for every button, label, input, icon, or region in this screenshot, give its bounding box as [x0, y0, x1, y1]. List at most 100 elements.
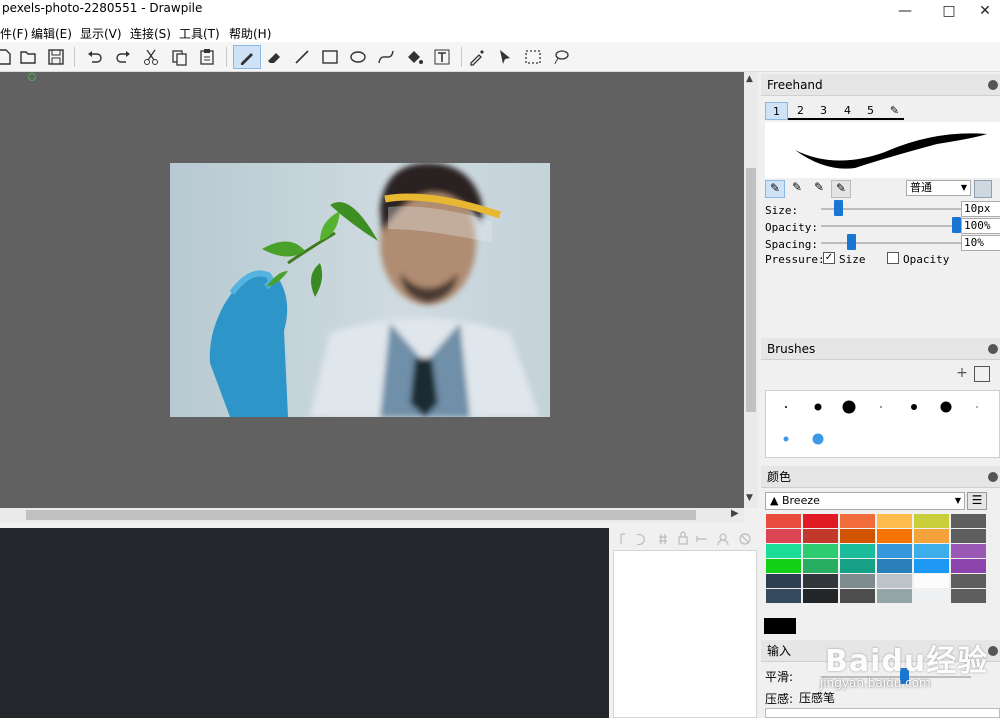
- color-swatch[interactable]: [914, 559, 949, 573]
- open-folder-button[interactable]: [16, 45, 40, 69]
- spacing-slider-track[interactable]: [821, 242, 961, 244]
- color-swatch[interactable]: [803, 589, 838, 603]
- current-color-swatch[interactable]: [764, 618, 796, 634]
- soft-brush-button[interactable]: ✎: [787, 180, 807, 198]
- blend-mode-select[interactable]: 普通 ▼: [906, 180, 971, 196]
- menu-tools[interactable]: 工具(T): [179, 25, 220, 42]
- color-swatch[interactable]: [951, 544, 986, 558]
- opacity-spinbox[interactable]: 100%: [961, 218, 1000, 234]
- spacing-spinbox[interactable]: 10%: [961, 235, 1000, 251]
- close-button[interactable]: ✕: [970, 0, 1000, 22]
- color-swatch[interactable]: [766, 589, 801, 603]
- ellipse-tool-button[interactable]: [346, 45, 370, 69]
- size-slider-handle[interactable]: [834, 200, 844, 216]
- canvas-horizontal-scroll-thumb[interactable]: [26, 510, 696, 520]
- menu-edit[interactable]: 编辑(E): [31, 25, 72, 42]
- color-swatch[interactable]: [877, 514, 912, 528]
- color-swatch[interactable]: [766, 559, 801, 573]
- new-document-button[interactable]: [0, 45, 16, 69]
- dock-close-icon[interactable]: [988, 646, 998, 656]
- save-brush-icon[interactable]: [974, 366, 990, 382]
- pressure-opacity-checkbox[interactable]: [887, 252, 899, 264]
- color-swatch[interactable]: [803, 529, 838, 543]
- color-swatch[interactable]: [951, 589, 986, 603]
- color-picker-tool-button[interactable]: [465, 45, 489, 69]
- dock-close-icon[interactable]: [988, 344, 998, 354]
- rectangle-select-tool-button[interactable]: [521, 45, 545, 69]
- color-swatch[interactable]: [803, 574, 838, 588]
- color-swatch[interactable]: [840, 559, 875, 573]
- dock-close-icon[interactable]: [988, 80, 998, 90]
- save-button[interactable]: [44, 45, 68, 69]
- color-swatch[interactable]: [877, 589, 912, 603]
- brush-slot-tab-1[interactable]: 1: [765, 102, 788, 120]
- color-swatch[interactable]: [877, 559, 912, 573]
- canvas-vertical-scroll-thumb[interactable]: [746, 168, 756, 412]
- opacity-slider-track[interactable]: [821, 225, 961, 227]
- color-swatch[interactable]: [951, 559, 986, 573]
- color-swatch[interactable]: [766, 529, 801, 543]
- color-swatch[interactable]: [840, 574, 875, 588]
- color-swatch[interactable]: [803, 544, 838, 558]
- maximize-button[interactable]: □: [926, 0, 972, 22]
- add-brush-icon[interactable]: +: [953, 366, 971, 382]
- color-swatch[interactable]: [951, 574, 986, 588]
- color-swatch[interactable]: [914, 544, 949, 558]
- brush-preset-list[interactable]: [765, 390, 1000, 458]
- color-swatch[interactable]: [766, 574, 801, 588]
- color-swatch[interactable]: [914, 574, 949, 588]
- menu-view[interactable]: 显示(V): [80, 25, 122, 42]
- text-tool-button[interactable]: [430, 45, 454, 69]
- dock-close-icon[interactable]: [988, 472, 998, 482]
- color-swatch[interactable]: [914, 589, 949, 603]
- color-swatch[interactable]: [914, 514, 949, 528]
- size-spinbox[interactable]: 10px: [961, 201, 1000, 217]
- palette-menu-button[interactable]: ☰: [967, 492, 987, 510]
- color-swatch[interactable]: [951, 514, 986, 528]
- undo-button[interactable]: [83, 45, 107, 69]
- lasso-select-tool-button[interactable]: [549, 45, 573, 69]
- color-swatch[interactable]: [840, 514, 875, 528]
- color-swatch[interactable]: [766, 544, 801, 558]
- color-swatch[interactable]: [951, 529, 986, 543]
- copy-button[interactable]: [167, 45, 191, 69]
- chat-panel[interactable]: [0, 528, 609, 718]
- smudge-brush-button[interactable]: ✎: [831, 180, 851, 198]
- color-swatch[interactable]: [840, 544, 875, 558]
- rectangle-tool-button[interactable]: [318, 45, 342, 69]
- scroll-down-icon[interactable]: ▼: [746, 493, 753, 503]
- menu-session[interactable]: 连接(S): [130, 25, 171, 42]
- fill-tool-button[interactable]: [402, 45, 426, 69]
- user-list[interactable]: [613, 550, 757, 718]
- color-swatch[interactable]: [877, 529, 912, 543]
- color-swatch[interactable]: [840, 529, 875, 543]
- color-swatch[interactable]: [840, 589, 875, 603]
- menu-help[interactable]: 帮助(H): [229, 25, 271, 42]
- freehand-tool-button[interactable]: [233, 45, 261, 69]
- paste-button[interactable]: [195, 45, 219, 69]
- menu-file[interactable]: 件(F): [0, 25, 28, 42]
- cut-button[interactable]: [139, 45, 163, 69]
- minimize-button[interactable]: —: [882, 0, 928, 22]
- opacity-slider-handle[interactable]: [952, 217, 961, 233]
- pixel-brush-button[interactable]: ✎: [765, 180, 785, 198]
- pressure-curve-editor[interactable]: [765, 708, 1000, 718]
- palette-select[interactable]: ▲ Breeze ▼: [765, 492, 965, 510]
- alpha-preserve-button[interactable]: [974, 180, 992, 198]
- color-swatch[interactable]: [914, 529, 949, 543]
- line-tool-button[interactable]: [290, 45, 314, 69]
- watercolor-brush-button[interactable]: ✎: [809, 180, 829, 198]
- eraser-tool-button[interactable]: [262, 45, 286, 69]
- color-swatch[interactable]: [803, 559, 838, 573]
- redo-button[interactable]: [111, 45, 135, 69]
- pressure-size-checkbox[interactable]: ✓: [823, 252, 835, 264]
- bezier-tool-button[interactable]: [374, 45, 398, 69]
- color-swatch[interactable]: [766, 514, 801, 528]
- color-swatch[interactable]: [877, 544, 912, 558]
- color-swatch[interactable]: [877, 574, 912, 588]
- spacing-slider-handle[interactable]: [847, 234, 857, 250]
- scroll-right-icon[interactable]: ▶: [731, 508, 739, 519]
- laser-pointer-tool-button[interactable]: [493, 45, 517, 69]
- color-swatch[interactable]: [803, 514, 838, 528]
- scroll-up-icon[interactable]: ▲: [746, 74, 753, 84]
